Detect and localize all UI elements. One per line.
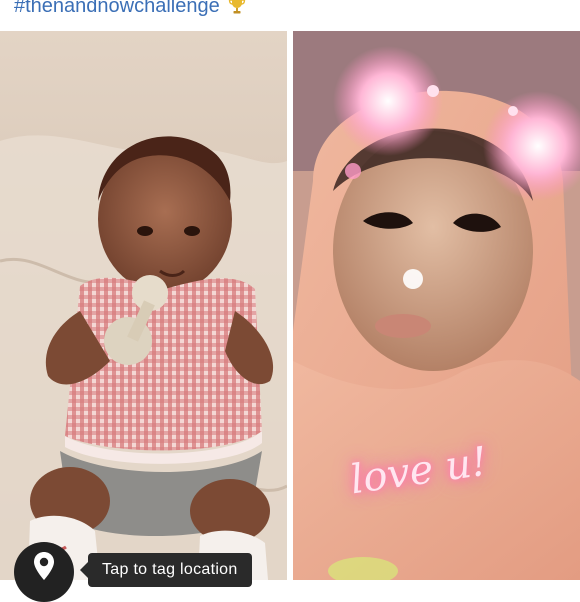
location-tag-control[interactable]: Tap to tag location: [14, 539, 252, 602]
location-button[interactable]: [14, 542, 74, 602]
location-pin-icon: [32, 551, 56, 581]
hashtag-link[interactable]: #thenandnowchallenge: [14, 0, 220, 18]
location-tooltip[interactable]: Tap to tag location: [80, 553, 252, 587]
post-caption: #thenandnowchallenge: [14, 0, 246, 20]
trophy-icon: [228, 0, 246, 15]
selfie-photo[interactable]: [293, 31, 580, 580]
baby-photo[interactable]: [0, 31, 287, 580]
